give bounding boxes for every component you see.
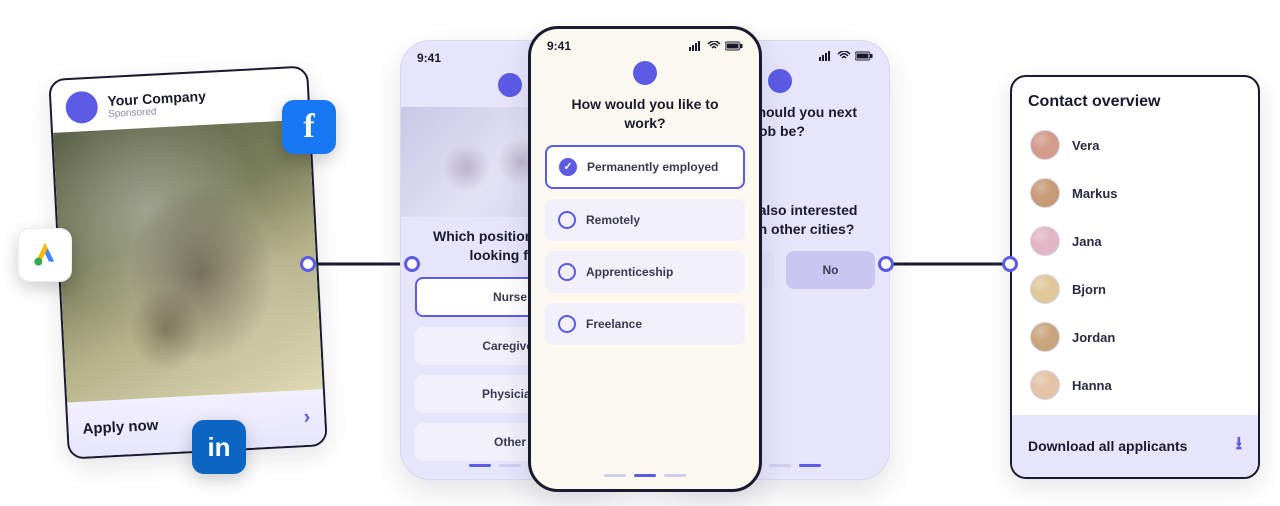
radio-icon [558, 211, 576, 229]
avatar [1030, 370, 1060, 400]
phone-screen-work-type: 9:41 How would you like to work? ✓ Perman… [528, 26, 762, 492]
radio-checked-icon: ✓ [559, 158, 577, 176]
contact-name: Markus [1072, 186, 1118, 201]
brand-logo-icon [633, 61, 657, 85]
connector-node [300, 256, 316, 272]
connector-node [1002, 256, 1018, 272]
linkedin-icon: in [192, 420, 246, 474]
signal-icon [689, 41, 703, 51]
option-no[interactable]: No [786, 251, 875, 289]
contacts-title: Contact overview [1012, 77, 1258, 121]
contact-row[interactable]: Jordan [1022, 313, 1248, 361]
contact-name: Jordan [1072, 330, 1115, 345]
facebook-icon: f [282, 100, 336, 154]
contact-name: Jana [1072, 234, 1102, 249]
radio-icon [558, 315, 576, 333]
contact-row[interactable]: Markus [1022, 169, 1248, 217]
ad-cta-label: Apply now [82, 417, 159, 438]
contact-row[interactable]: Bjorn [1022, 265, 1248, 313]
wifi-icon [837, 51, 851, 61]
wifi-icon [707, 41, 721, 51]
contact-row[interactable]: Vera [1022, 121, 1248, 169]
contact-name: Vera [1072, 138, 1099, 153]
option-remotely[interactable]: Remotely [545, 199, 745, 241]
option-label: Apprenticeship [586, 265, 673, 279]
option-label: Nurse [493, 290, 527, 304]
option-freelance[interactable]: Freelance [545, 303, 745, 345]
avatar [1030, 178, 1060, 208]
avatar [1030, 274, 1060, 304]
avatar [1030, 130, 1060, 160]
download-applicants-button[interactable]: Download all applicants ⭳ [1012, 415, 1258, 477]
brand-logo-icon [768, 69, 792, 93]
avatar [1030, 226, 1060, 256]
option-apprenticeship[interactable]: Apprenticeship [545, 251, 745, 293]
contacts-panel: Contact overview Vera Markus Jana Bjorn Jord… [1010, 75, 1260, 479]
option-label: Remotely [586, 213, 640, 227]
question-heading: How would you like to work? [531, 95, 759, 145]
connector-node [878, 256, 894, 272]
contact-name: Hanna [1072, 378, 1112, 393]
radio-icon [558, 263, 576, 281]
avatar [1030, 322, 1060, 352]
status-icons [689, 41, 743, 51]
brand-logo-icon [65, 91, 99, 125]
brand-logo-icon [498, 73, 522, 97]
ad-hero-image [53, 119, 323, 402]
download-icon: ⭳ [1236, 431, 1242, 461]
contact-name: Bjorn [1072, 282, 1106, 297]
option-label: Other [494, 435, 526, 449]
google-ads-icon [18, 228, 72, 282]
signal-icon [819, 51, 833, 61]
contact-row[interactable]: Jana [1022, 217, 1248, 265]
option-permanently-employed[interactable]: ✓ Permanently employed [545, 145, 745, 189]
status-icons [819, 51, 873, 61]
battery-icon [725, 41, 743, 51]
connector-node [404, 256, 420, 272]
page-indicator [531, 474, 759, 477]
contact-row[interactable]: Hanna [1022, 361, 1248, 409]
option-label: Freelance [586, 317, 642, 331]
download-label: Download all applicants [1028, 438, 1187, 454]
status-time: 9:41 [547, 39, 571, 53]
battery-icon [855, 51, 873, 61]
status-time: 9:41 [417, 51, 441, 65]
option-label: Permanently employed [587, 160, 718, 174]
chevron-right-icon: › [303, 406, 311, 429]
